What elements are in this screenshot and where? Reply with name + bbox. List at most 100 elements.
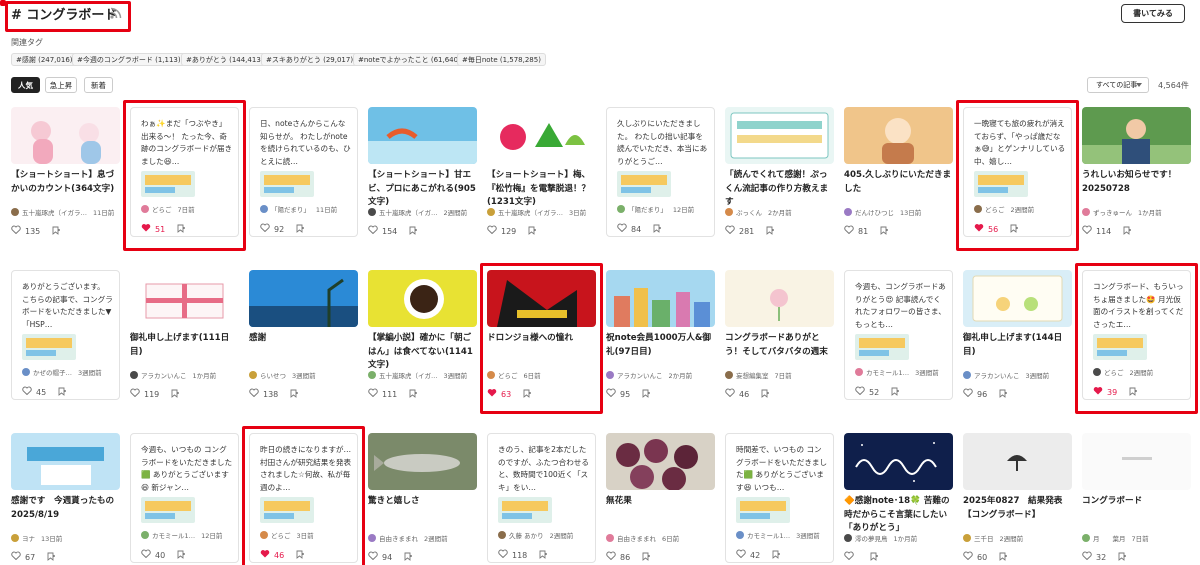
card-title[interactable]: 御礼申し上げます(111日目)	[130, 332, 239, 359]
heart-icon[interactable]	[606, 388, 616, 400]
card-thumbnail[interactable]	[130, 270, 239, 327]
card-title[interactable]: 【ショートショート】梅、『松竹梅』を電撃脱退！？(1231文字)	[487, 169, 596, 210]
card-title[interactable]: コングラボードありがとう！そしてバタバタの週末	[725, 332, 834, 359]
bookmark-icon[interactable]	[862, 552, 878, 563]
bookmark-icon[interactable]	[520, 226, 537, 237]
heart-icon[interactable]	[141, 223, 151, 235]
heart-icon[interactable]	[725, 388, 735, 400]
card-author[interactable]: 五十嵐琢虎（イガ… 2週間前	[368, 207, 467, 217]
article-card[interactable]: 405.久しぶりにいただきました だんけひつじ 13日前 81	[844, 107, 953, 237]
tag-chip[interactable]: #感謝 (247,016)	[11, 53, 78, 66]
card-thumbnail[interactable]	[487, 107, 596, 164]
card-author[interactable]: 月 葉月 7日前	[1082, 533, 1149, 543]
article-card[interactable]: 日、noteさんからこんな知らせが。 わたしがnoteを続けられているのも、ひと…	[249, 107, 358, 237]
card-thumbnail[interactable]	[963, 270, 1072, 327]
card-author[interactable]: 「陽だまり」 12日前	[617, 204, 694, 214]
heart-icon[interactable]	[249, 388, 259, 400]
article-card[interactable]: 一晩寝ても旅の疲れが消えておらず、「やっぱ歳だなぁ😅」とゲンナリしている中、嬉し…	[963, 107, 1072, 237]
card-title[interactable]: 感謝	[249, 332, 358, 346]
bookmark-icon[interactable]	[634, 389, 651, 400]
article-card[interactable]: 【ショートショート】甘エビ、プロにあこがれる(905文字) 五十嵐琢虎（イガ… 2週…	[368, 107, 477, 237]
bookmark-icon[interactable]	[169, 224, 186, 235]
bookmark-icon[interactable]	[872, 226, 889, 237]
card-author[interactable]: 「陽だまり」 11日前	[260, 204, 337, 214]
article-card[interactable]: 感謝 らいせつ 3週間前 138	[249, 270, 358, 400]
card-title[interactable]: 405.久しぶりにいただきました	[844, 169, 953, 196]
card-author[interactable]: カモミール1… 3週間前	[736, 530, 820, 540]
card-author[interactable]: ずっきゅーん 1か月前	[1082, 207, 1162, 217]
card-title[interactable]: 祝note会員1000万人&御礼(97日目)	[606, 332, 715, 359]
heart-icon[interactable]	[141, 549, 151, 561]
bookmark-icon[interactable]	[531, 550, 548, 561]
card-thumbnail[interactable]	[725, 270, 834, 327]
card-author[interactable]: 妄想編集室 7日前	[725, 370, 792, 380]
heart-icon[interactable]	[963, 551, 973, 563]
card-thumbnail[interactable]	[606, 270, 715, 327]
article-card[interactable]: 【掌編小説】確かに「朝ごはん」は食べてない(1141文字) 五十嵐琢虎（イガ… 3週…	[368, 270, 477, 400]
rss-icon[interactable]	[110, 7, 122, 19]
bookmark-icon[interactable]	[39, 552, 56, 563]
article-card[interactable]: 祝note会員1000万人&御礼(97日目) アラカンいんこ 2か月前 95	[606, 270, 715, 400]
article-card[interactable]: 【ショートショート】梅、『松竹梅』を電撃脱退！？(1231文字) 五十嵐琢虎（イガ…	[487, 107, 596, 237]
bookmark-icon[interactable]	[401, 389, 418, 400]
heart-icon[interactable]	[736, 549, 746, 561]
card-thumbnail[interactable]	[725, 107, 834, 164]
heart-icon[interactable]	[1093, 386, 1103, 398]
card-title[interactable]: うれしいお知らせです！20250728	[1082, 169, 1191, 196]
heart-icon[interactable]	[130, 388, 140, 400]
article-card[interactable]: 無花果 自由きままれ 6日前 86	[606, 433, 715, 563]
heart-icon[interactable]	[725, 225, 735, 237]
heart-icon[interactable]	[368, 388, 378, 400]
card-thumbnail[interactable]	[368, 433, 477, 490]
bookmark-icon[interactable]	[991, 389, 1008, 400]
card-thumbnail[interactable]	[249, 270, 358, 327]
heart-icon[interactable]	[11, 225, 21, 237]
heart-icon[interactable]	[487, 225, 497, 237]
article-card[interactable]: 「読んでくれて感謝！ぷっくん流記事の作り方教えます ぷっくん 2か月前 281	[725, 107, 834, 237]
card-thumbnail[interactable]	[844, 107, 953, 164]
bookmark-icon[interactable]	[883, 387, 900, 398]
card-title[interactable]: 驚きと嬉しさ	[368, 495, 477, 509]
tab-new[interactable]: 新着	[84, 77, 113, 93]
article-card[interactable]: うれしいお知らせです！20250728 ずっきゅーん 1か月前 114	[1082, 107, 1191, 237]
card-author[interactable]: どらご 3日前	[260, 530, 314, 540]
heart-icon[interactable]	[974, 223, 984, 235]
bookmark-icon[interactable]	[288, 550, 305, 561]
bookmark-icon[interactable]	[396, 552, 413, 563]
heart-icon[interactable]	[368, 225, 378, 237]
article-card[interactable]: コングラボード月 葉月 7日前 32	[1082, 433, 1191, 563]
card-author[interactable]: アラカンいんこ 1か月前	[130, 370, 216, 380]
card-thumbnail[interactable]	[844, 433, 953, 490]
card-author[interactable]: 澪の夢見鳥 1か月前	[844, 533, 917, 543]
card-author[interactable]: 三千日 2週間前	[963, 533, 1023, 543]
card-author[interactable]: アラカンいんこ 3週間前	[963, 370, 1049, 380]
card-author[interactable]: 五十嵐琢虎（イガラ… 11日前	[11, 207, 114, 217]
card-title[interactable]: 【ショートショート】息づかいのカウント(364文字)	[11, 169, 120, 196]
card-title[interactable]: 2025年0827 結果発表 【コングラボード】	[963, 495, 1072, 522]
card-title[interactable]: 「読んでくれて感謝！ぷっくん流記事の作り方教えます	[725, 169, 834, 210]
article-card[interactable]: 2025年0827 結果発表 【コングラボード】 三千日 2週間前 60	[963, 433, 1072, 563]
card-title[interactable]: 🔶感謝note･18🍀 苦難の時だからこそ言葉にしたい「ありがとう」	[844, 495, 953, 536]
article-card[interactable]: ドロンジョ様への憧れ どらご 6日前 63	[487, 270, 596, 400]
card-thumbnail[interactable]	[1082, 433, 1191, 490]
card-author[interactable]: だんけひつじ 13日前	[844, 207, 921, 217]
article-card[interactable]: コングラボードありがとう！そしてバタバタの週末 妄想編集室 7日前 46	[725, 270, 834, 400]
bookmark-icon[interactable]	[401, 226, 418, 237]
bookmark-icon[interactable]	[169, 550, 186, 561]
article-card[interactable]: 【ショートショート】息づかいのカウント(364文字) 五十嵐琢虎（イガラ… 11日前…	[11, 107, 120, 237]
article-card[interactable]: 御礼申し上げます(111日目) アラカンいんこ 1か月前 119	[130, 270, 239, 400]
heart-icon[interactable]	[260, 223, 270, 235]
card-thumbnail[interactable]	[606, 433, 715, 490]
heart-icon[interactable]	[606, 551, 616, 563]
article-card[interactable]: 今週も、コングラボードありがとう😍 記事読んでくれたフォロワーの皆さま、もっとも…	[844, 270, 953, 400]
tag-chip[interactable]: #毎日note (1,578,285)	[457, 53, 546, 66]
card-title[interactable]: ドロンジョ様への憧れ	[487, 332, 596, 346]
card-thumbnail[interactable]	[368, 270, 477, 327]
bookmark-icon[interactable]	[758, 226, 775, 237]
card-author[interactable]: どらご 2週間前	[1093, 367, 1153, 377]
card-title[interactable]: 無花果	[606, 495, 715, 509]
article-card[interactable]: わぁ✨まだ「つぶやき」出来る〜！ たった今、奇跡のコングラボードが届きました😆……	[130, 107, 239, 237]
card-author[interactable]: 五十嵐琢虎（イガラ… 3日前	[487, 207, 586, 217]
article-card[interactable]: 今週も、いつもの コングラボードをいただきました🟩 ありがとうございます😆 新ジ…	[130, 433, 239, 563]
article-card[interactable]: 時間差で、いつもの コングラボードをいただきました🟩 ありがとうございます😆 い…	[725, 433, 834, 563]
